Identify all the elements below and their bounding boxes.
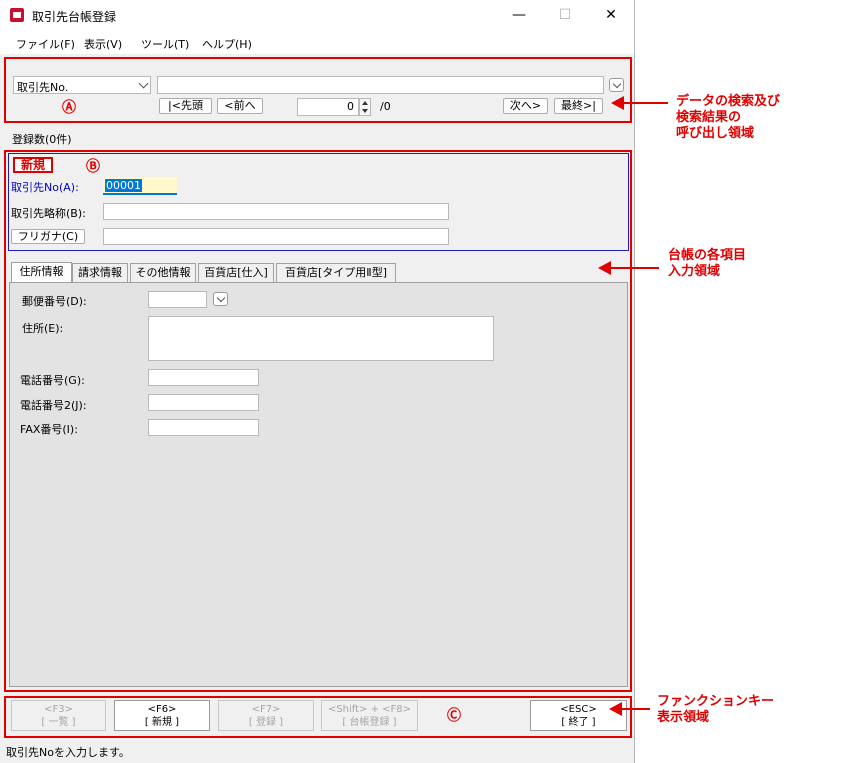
status-text: 取引先Noを入力します。 [6, 746, 130, 759]
phone-label: 電話番号(G): [20, 374, 85, 387]
menu-file[interactable]: ファイル(F) [16, 36, 75, 52]
shift-f8-ledger-button[interactable]: <Shift> + <F8> [ 台帳登録 ] [321, 700, 418, 731]
address-label: 住所(E): [22, 322, 64, 335]
menu-view[interactable]: 表示(V) [84, 36, 122, 52]
furigana-button[interactable]: フリガナ(C) [11, 229, 85, 244]
prev-record-button[interactable]: <前へ [217, 98, 263, 114]
menu-help[interactable]: ヘルプ(H) [202, 36, 252, 52]
region-marker-b: Ⓑ [86, 159, 100, 175]
tab-dept-store-type2[interactable]: 百貨店[タイプ用Ⅱ型] [276, 263, 396, 282]
search-input[interactable] [157, 76, 604, 94]
annotation-b: 台帳の各項目 入力領域 [668, 248, 746, 280]
tab-dept-store-purchase[interactable]: 百貨店[仕入] [198, 263, 274, 282]
region-marker-a: Ⓐ [62, 100, 76, 116]
code-input[interactable]: 00001 [103, 177, 177, 195]
short-name-input[interactable] [103, 203, 449, 220]
record-count: 登録数(0件) [12, 133, 72, 146]
short-name-label: 取引先略称(B): [11, 207, 86, 220]
page-number-input[interactable]: 0 [297, 98, 359, 116]
spinner-down-icon[interactable] [362, 109, 368, 113]
page-spinner[interactable] [359, 98, 371, 116]
phone2-input[interactable] [148, 394, 259, 411]
title-bar: 取引先台帳登録 — ☐ ✕ [0, 0, 634, 32]
maximize-button[interactable]: ☐ [542, 0, 588, 32]
f6-action-label: [ 新規 ] [144, 717, 180, 728]
shift-f8-key-label: <Shift> + <F8> [327, 704, 412, 715]
f7-action-label: [ 登録 ] [248, 717, 284, 728]
phone2-label: 電話番号2(J): [20, 399, 87, 412]
page-total: /0 [380, 100, 391, 113]
phone-input[interactable] [148, 369, 259, 386]
annotation-a-arrow-line [622, 102, 668, 104]
first-record-button[interactable]: |<先頭 [159, 98, 212, 114]
annotation-a-line1: データの検索及び [676, 94, 781, 109]
postal-code-input[interactable] [148, 291, 207, 308]
fax-label: FAX番号(I): [20, 423, 78, 436]
app-icon [10, 8, 24, 22]
shift-f8-action-label: [ 台帳登録 ] [342, 717, 397, 728]
status-bar: 取引先Noを入力します。 [0, 741, 634, 763]
f6-key-label: <F6> [147, 704, 177, 715]
annotation-a: データの検索及び 検索結果の 呼び出し領域 [676, 94, 780, 142]
postal-code-label: 郵便番号(D): [22, 295, 87, 308]
next-record-button[interactable]: 次へ> [503, 98, 548, 114]
address-textarea[interactable] [148, 316, 494, 361]
code-label: 取引先No(A): [11, 181, 79, 194]
annotation-c: ファンクションキー 表示領域 [657, 694, 774, 726]
menu-tools[interactable]: ツール(T) [141, 36, 189, 52]
annotation-c-arrow-line [620, 708, 650, 710]
f6-new-button[interactable]: <F6> [ 新規 ] [114, 700, 210, 731]
tab-billing-info[interactable]: 請求情報 [72, 263, 128, 282]
annotation-c-line1: ファンクションキー [657, 694, 775, 709]
search-field-select[interactable]: 取引先No. [13, 76, 151, 94]
f7-key-label: <F7> [251, 704, 281, 715]
annotation-b-arrow-line [609, 267, 659, 269]
close-button[interactable]: ✕ [588, 0, 634, 32]
annotation-b-line1: 台帳の各項目 [668, 248, 747, 263]
annotation-a-line3: 呼び出し領域 [676, 126, 755, 141]
last-record-button[interactable]: 最終>| [554, 98, 603, 114]
annotation-b-line2: 入力領域 [668, 264, 721, 279]
f3-key-label: <F3> [44, 704, 73, 715]
tab-address-info[interactable]: 住所情報 [11, 262, 72, 283]
search-field-select-value: 取引先No. [17, 81, 69, 94]
fax-input[interactable] [148, 419, 259, 436]
minimize-button[interactable]: — [496, 0, 542, 32]
f3-list-button[interactable]: <F3> [ 一覧 ] [11, 700, 106, 731]
chevron-down-icon [138, 78, 149, 89]
mode-badge: 新規 [13, 157, 53, 173]
esc-action-label: [ 終了 ] [561, 717, 596, 728]
code-input-value: 00001 [105, 179, 142, 192]
search-dropdown-chevron-icon[interactable] [609, 78, 624, 92]
furigana-input[interactable] [103, 228, 449, 245]
f7-register-button[interactable]: <F7> [ 登録 ] [218, 700, 314, 731]
window-title: 取引先台帳登録 [32, 10, 117, 24]
annotation-a-line2: 検索結果の [676, 110, 742, 125]
annotation-c-line2: 表示領域 [657, 710, 710, 725]
postal-chevron-icon[interactable] [213, 292, 228, 306]
menu-bar: ファイル(F) 表示(V) ツール(T) ヘルプ(H) [0, 32, 634, 54]
tab-other-info[interactable]: その他情報 [130, 263, 196, 282]
region-marker-c: Ⓒ [447, 708, 461, 724]
spinner-up-icon[interactable] [362, 101, 368, 105]
f3-action-label: [ 一覧 ] [41, 717, 76, 728]
